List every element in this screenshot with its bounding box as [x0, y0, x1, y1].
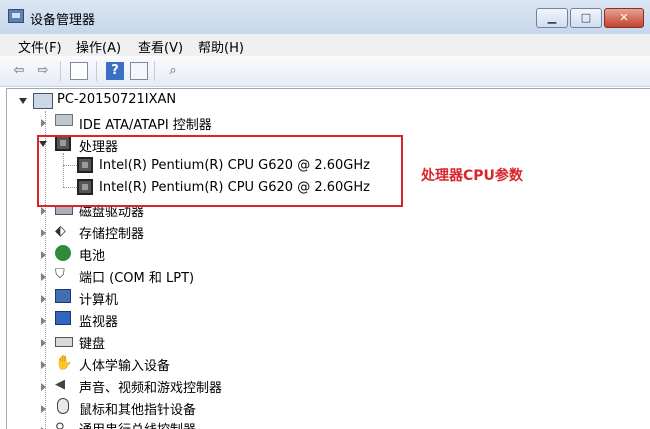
tree-item-ports[interactable]: 端口 (COM 和 LPT): [79, 267, 194, 286]
expand-icon[interactable]: [41, 295, 46, 303]
expand-icon[interactable]: [41, 361, 46, 369]
tree-item-keyboard[interactable]: 键盘: [79, 333, 105, 352]
window-title: 设备管理器: [30, 13, 96, 28]
port-icon: ⛉: [55, 267, 65, 282]
forward-arrow-icon[interactable]: ⇨: [34, 62, 52, 80]
close-button[interactable]: ✕: [604, 8, 644, 28]
keyboard-icon: [55, 337, 73, 347]
scan-hardware-icon[interactable]: ⌕: [164, 62, 182, 80]
tree-item-hid[interactable]: 人体学输入设备: [79, 355, 170, 374]
toolbar: ⇦ ⇨ ? ⌕: [0, 56, 650, 87]
highlight-box: [37, 135, 403, 207]
device-tree: PC-20150721IXAN IDE ATA/ATAPI 控制器 处理器 In…: [6, 88, 650, 429]
toolbar-separator: [60, 61, 61, 81]
computer-icon: [33, 93, 53, 109]
tree-item-mice[interactable]: 鼠标和其他指针设备: [79, 399, 196, 418]
tree-item-storage[interactable]: 存储控制器: [79, 223, 144, 242]
hid-icon: ✋: [55, 355, 73, 371]
maximize-button[interactable]: □: [570, 8, 602, 28]
menu-file[interactable]: 文件(F): [18, 37, 62, 56]
annotation-label: 处理器CPU参数: [421, 168, 523, 184]
minimize-button[interactable]: ▁: [536, 8, 568, 28]
title-bar: 设备管理器 ▁ □ ✕: [0, 0, 650, 34]
speaker-icon: ◀: [55, 377, 65, 392]
expand-icon[interactable]: [41, 405, 46, 413]
help-icon[interactable]: ?: [106, 62, 124, 80]
tree-item-monitors[interactable]: 监视器: [79, 311, 118, 330]
expand-icon[interactable]: [41, 251, 46, 259]
update-driver-icon[interactable]: [130, 62, 148, 80]
collapse-icon[interactable]: [19, 98, 27, 104]
ide-controller-icon: [55, 114, 73, 126]
computer-name[interactable]: PC-20150721IXAN: [57, 92, 176, 107]
expand-icon[interactable]: [41, 207, 46, 215]
tree-item-computer[interactable]: 计算机: [79, 289, 118, 308]
toolbar-separator: [154, 61, 155, 81]
battery-icon: [55, 245, 71, 261]
menu-view[interactable]: 查看(V): [138, 37, 183, 56]
back-arrow-icon[interactable]: ⇦: [10, 62, 28, 80]
expand-icon[interactable]: [41, 383, 46, 391]
menu-action[interactable]: 操作(A): [76, 37, 121, 56]
properties-icon[interactable]: [70, 62, 88, 80]
expand-icon[interactable]: [41, 273, 46, 281]
expand-icon[interactable]: [41, 119, 46, 127]
tree-item-sound[interactable]: 声音、视频和游戏控制器: [79, 377, 222, 396]
tree-item-ide[interactable]: IDE ATA/ATAPI 控制器: [79, 114, 212, 133]
menu-help[interactable]: 帮助(H): [198, 37, 244, 56]
mouse-icon: [57, 398, 69, 414]
computer-node-icon: [55, 289, 71, 303]
device-manager-icon: [8, 9, 24, 23]
expand-icon[interactable]: [41, 229, 46, 237]
menu-bar: 文件(F) 操作(A) 查看(V) 帮助(H): [0, 34, 650, 56]
expand-icon[interactable]: [41, 339, 46, 347]
monitor-icon: [55, 311, 71, 325]
expand-icon[interactable]: [41, 317, 46, 325]
toolbar-separator: [96, 61, 97, 81]
storage-controller-icon: ⬖: [55, 223, 66, 239]
tree-item-battery[interactable]: 电池: [79, 245, 105, 264]
